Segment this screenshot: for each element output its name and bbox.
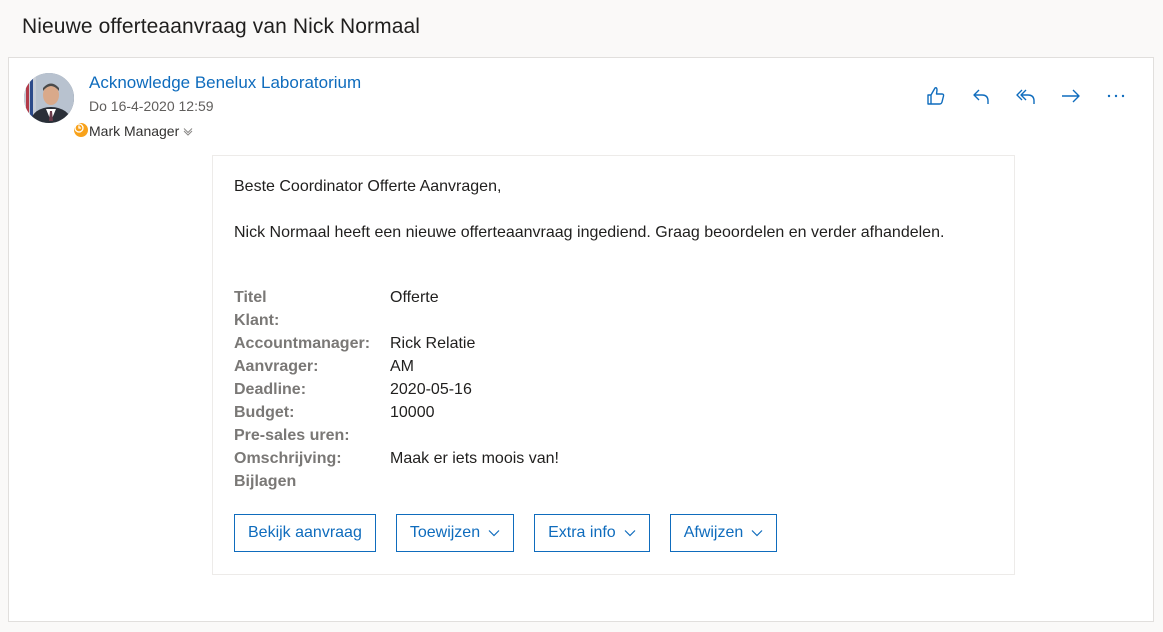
- fact-label: Accountmanager:: [234, 334, 371, 352]
- fact-value: Maak er iets moois van!: [390, 449, 559, 467]
- fact-row: Budget: 10000: [234, 401, 559, 424]
- fact-label: Klant:: [234, 311, 280, 329]
- fact-label: Deadline:: [234, 380, 307, 398]
- fact-label: Titel: [234, 288, 267, 306]
- fact-row: Pre-sales uren:: [234, 424, 559, 447]
- like-icon[interactable]: [924, 84, 947, 107]
- forward-icon[interactable]: [1059, 84, 1082, 107]
- sender-name[interactable]: Acknowledge Benelux Laboratorium: [89, 73, 361, 93]
- assign-button[interactable]: Toewijzen: [395, 514, 515, 552]
- reply-icon[interactable]: [969, 84, 992, 107]
- actionable-message-card: Beste Coordinator Offerte Aanvragen, Nic…: [212, 155, 1015, 575]
- fact-label: Pre-sales uren:: [234, 426, 350, 444]
- fact-label: Omschrijving:: [234, 449, 342, 467]
- chevron-down-icon: [624, 529, 636, 537]
- view-request-button[interactable]: Bekijk aanvraag: [234, 514, 376, 552]
- intro-text: Nick Normaal heeft een nieuwe offerteaan…: [234, 224, 945, 241]
- email-subject: Nieuwe offerteaanvraag van Nick Normaal: [22, 15, 421, 38]
- greeting: Beste Coordinator Offerte Aanvragen,: [234, 178, 502, 195]
- recipient-name: Mark Manager: [89, 123, 180, 139]
- fact-value: 10000: [390, 403, 435, 421]
- extra-info-button[interactable]: Extra info: [534, 514, 650, 552]
- fact-value: 2020-05-16: [390, 380, 472, 398]
- sent-date: Do 16-4-2020 12:59: [89, 98, 214, 114]
- fact-label: Budget:: [234, 403, 295, 421]
- reject-button[interactable]: Afwijzen: [669, 514, 778, 552]
- assign-label: Toewijzen: [409, 524, 481, 541]
- action-buttons: Bekijk aanvraag Toewijzen Extra info Afw…: [234, 514, 778, 552]
- avatar[interactable]: [24, 73, 90, 139]
- chevron-down-icon: [751, 529, 763, 537]
- fact-label: Bijlagen: [234, 472, 297, 490]
- fact-row: Bijlagen: [234, 470, 559, 493]
- message-actions: [924, 84, 1127, 107]
- fact-value: Rick Relatie: [390, 334, 476, 352]
- fact-value: AM: [390, 357, 414, 375]
- fact-value: Offerte: [390, 288, 439, 306]
- view-request-label: Bekijk aanvraag: [248, 524, 362, 541]
- extra-info-label: Extra info: [548, 524, 616, 541]
- chevron-down-icon[interactable]: [183, 123, 193, 139]
- chevron-down-icon: [488, 529, 500, 537]
- fact-set: Titel Offerte Klant: Accountmanager: Ric…: [234, 286, 559, 493]
- fact-row: Omschrijving: Maak er iets moois van!: [234, 447, 559, 470]
- avatar-photo: [24, 73, 74, 123]
- presence-away-icon: [72, 121, 90, 139]
- message-card: Acknowledge Benelux Laboratorium Do 16-4…: [8, 57, 1154, 622]
- reject-label: Afwijzen: [683, 524, 744, 541]
- fact-row: Klant:: [234, 309, 559, 332]
- fact-row: Deadline: 2020-05-16: [234, 378, 559, 401]
- fact-row: Accountmanager: Rick Relatie: [234, 332, 559, 355]
- reply-all-icon[interactable]: [1014, 84, 1037, 107]
- fact-row: Titel Offerte: [234, 286, 559, 309]
- fact-row: Aanvrager: AM: [234, 355, 559, 378]
- recipient[interactable]: Mark Manager: [89, 123, 193, 139]
- fact-label: Aanvrager:: [234, 357, 319, 375]
- more-icon[interactable]: [1104, 84, 1127, 107]
